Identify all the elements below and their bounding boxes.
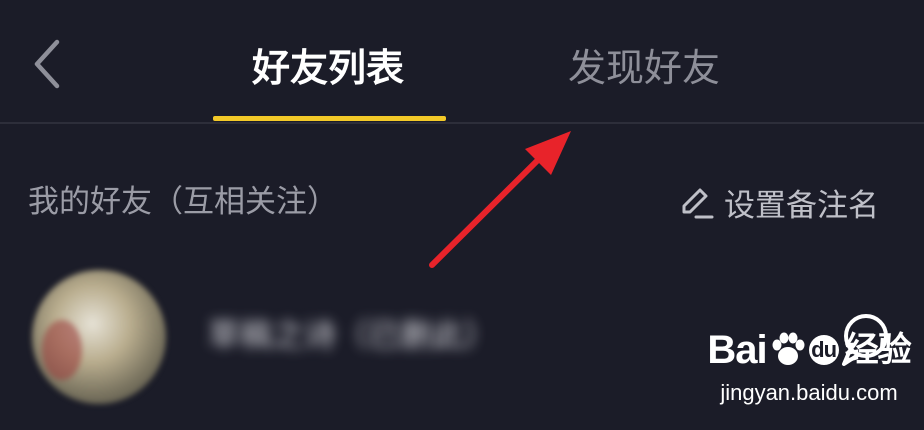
back-button[interactable] [24, 36, 68, 92]
chevron-left-icon [34, 39, 60, 89]
avatar [32, 270, 166, 404]
baidu-jingyan-watermark: Bai du 经验 jingyan.baidu.com [704, 326, 914, 426]
watermark-url: jingyan.baidu.com [720, 380, 898, 405]
tab-friend-list[interactable]: 好友列表 [252, 38, 404, 98]
watermark-logo: Bai du 经验 [707, 328, 911, 372]
active-tab-indicator [213, 116, 446, 121]
friend-name: 草稿之诗（已删此） [208, 316, 497, 354]
header-divider [0, 122, 924, 124]
set-remark-label: 设置备注名 [724, 187, 879, 224]
paw-icon [772, 332, 805, 365]
section-title: 我的好友（互相关注） [28, 184, 338, 220]
tab-discover-friends[interactable]: 发现好友 [568, 38, 720, 98]
pencil-icon [682, 188, 714, 219]
set-remark-button[interactable]: 设置备注名 [678, 180, 879, 224]
